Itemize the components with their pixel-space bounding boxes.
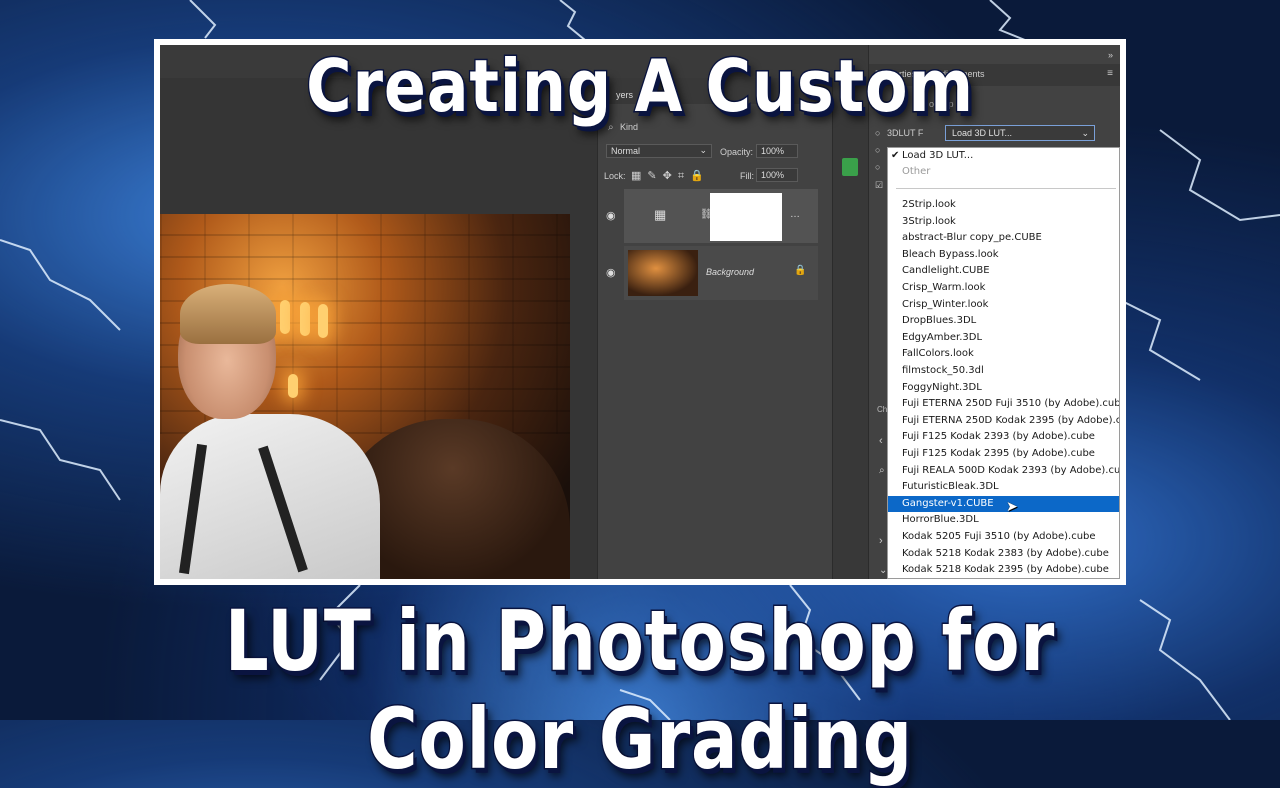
light-bulb [318, 304, 328, 338]
lut-list-item[interactable]: filmstock_50.3dl [888, 363, 1119, 379]
layer-row-color-lookup[interactable]: ◉ ▦ ⛓ … [606, 189, 818, 243]
person-icon[interactable] [842, 158, 858, 176]
eye-icon[interactable]: ◉ [606, 266, 616, 279]
lut-list-item[interactable]: Crisp_Winter.look [888, 297, 1119, 313]
lut-list-item[interactable]: DropBlues.3DL [888, 313, 1119, 329]
lut-list-item[interactable]: Fuji REALA 500D Kodak 2393 (by Adobe).cu… [888, 463, 1119, 479]
document-canvas[interactable] [160, 78, 597, 579]
layers-panel: yers ⌕ Kind Normal ⌄ Opacity: 100% Lock:… [597, 78, 833, 579]
layer-name: Background [706, 267, 755, 277]
lut-list-item[interactable]: 3Strip.look [888, 214, 1119, 230]
lock-label: Lock: [604, 171, 626, 181]
menu-item-other: Other [888, 164, 1119, 180]
lut-list-item[interactable]: 2Strip.look [888, 197, 1119, 213]
chevron-down-icon: ⌄ [1081, 128, 1089, 138]
checkmark-icon: ✔ [891, 150, 900, 161]
light-bulb [280, 300, 290, 334]
lut-list-item[interactable]: Fuji F125 Kodak 2395 (by Adobe).cube [888, 446, 1119, 462]
menu-item-load-3d-lut[interactable]: ✔ Load 3D LUT... [888, 148, 1119, 164]
fill-field[interactable]: 100% [756, 168, 798, 182]
lut-list-item[interactable]: Fuji ETERNA 250D Fuji 3510 (by Adobe).cu… [888, 396, 1119, 412]
radio-icon[interactable]: ○ [875, 145, 880, 155]
radio-icon[interactable]: ○ [875, 162, 880, 172]
lock-icon: 🔒 [794, 265, 807, 276]
panel-dock-strip [832, 78, 869, 579]
lut-list-item[interactable]: Kodak 5218 Kodak 2383 (by Adobe).cube [888, 546, 1119, 562]
chevron-down-icon: ⌄ [699, 145, 707, 155]
search-icon[interactable]: ⌕ [879, 465, 885, 476]
lut-list-item[interactable]: abstract-Blur copy_pe.CUBE [888, 230, 1119, 246]
thumbnail-title-top: Creating A Custom [305, 43, 974, 130]
lut-select-value: Load 3D LUT... [952, 128, 1013, 138]
menu-separator [896, 188, 1116, 189]
portrait-photo [160, 214, 570, 579]
fill-value: 100% [761, 170, 785, 180]
lock-icons[interactable]: ▦✎✥⌗🔒 [631, 169, 710, 183]
lut-list-item[interactable]: Fuji F125 Kodak 2393 (by Adobe).cube [888, 429, 1119, 445]
opacity-value: 100% [761, 146, 785, 156]
eye-icon[interactable]: ◉ [606, 209, 616, 222]
lut-row-label: 3DLUT F [887, 128, 924, 138]
blend-mode-select[interactable]: Normal ⌄ [606, 144, 712, 158]
menu-item-label: Load 3D LUT... [902, 150, 974, 161]
lut-dropdown-menu: ✔ Load 3D LUT... Other 2Strip.look 3Strip… [887, 147, 1120, 579]
radio-icon[interactable]: ○ [875, 128, 880, 138]
light-bulb [300, 302, 310, 336]
lut-list-item[interactable]: FuturisticBleak.3DL [888, 479, 1119, 495]
opacity-label: Opacity: [720, 147, 754, 157]
person-hair [180, 284, 276, 344]
chevron-right-icon[interactable]: › [879, 535, 883, 547]
fill-label: Fill: [740, 171, 754, 181]
lut-list-item[interactable]: Gangster-v1.CUBE [888, 495, 1119, 512]
lut-list-item[interactable]: Candlelight.CUBE [888, 263, 1119, 279]
menu-item-label: Other [902, 166, 931, 177]
lut-list-item[interactable]: Kodak 5218 Kodak 2395 (by Adobe).cube [888, 562, 1119, 578]
opacity-field[interactable]: 100% [756, 144, 798, 158]
lut-list-item[interactable]: FallColors.look [888, 346, 1119, 362]
lut-list-item[interactable]: Fuji ETERNA 250D Kodak 2395 (by Adobe).c… [888, 413, 1119, 429]
layer-mask-thumbnail[interactable] [710, 193, 782, 241]
lut-list-item[interactable]: Crisp_Warm.look [888, 280, 1119, 296]
blend-mode-value: Normal [611, 146, 641, 156]
light-bulb [288, 374, 298, 398]
lut-list-item[interactable]: Bleach Bypass.look [888, 247, 1119, 263]
lut-list-item[interactable]: EdgyAmber.3DL [888, 330, 1119, 346]
chevron-left-icon[interactable]: ‹ [879, 435, 883, 447]
checkbox-icon[interactable]: ☑ [875, 180, 883, 191]
adjustment-grid-icon: ▦ [654, 207, 667, 222]
lut-list-item[interactable]: FoggyNight.3DL [888, 380, 1119, 396]
more-icon: … [790, 209, 800, 220]
lut-list-item[interactable]: HorrorBlue.3DL [888, 512, 1119, 528]
lut-list-item[interactable]: Kodak 5205 Fuji 3510 (by Adobe).cube [888, 529, 1119, 545]
mouse-cursor-icon: ➤ [1006, 498, 1018, 514]
layer-row-background[interactable]: ◉ Background 🔒 [606, 246, 818, 300]
background-thumbnail [628, 250, 698, 296]
thumbnail-title-bottom: LUT in Photoshop for Color Grading [224, 591, 1056, 788]
